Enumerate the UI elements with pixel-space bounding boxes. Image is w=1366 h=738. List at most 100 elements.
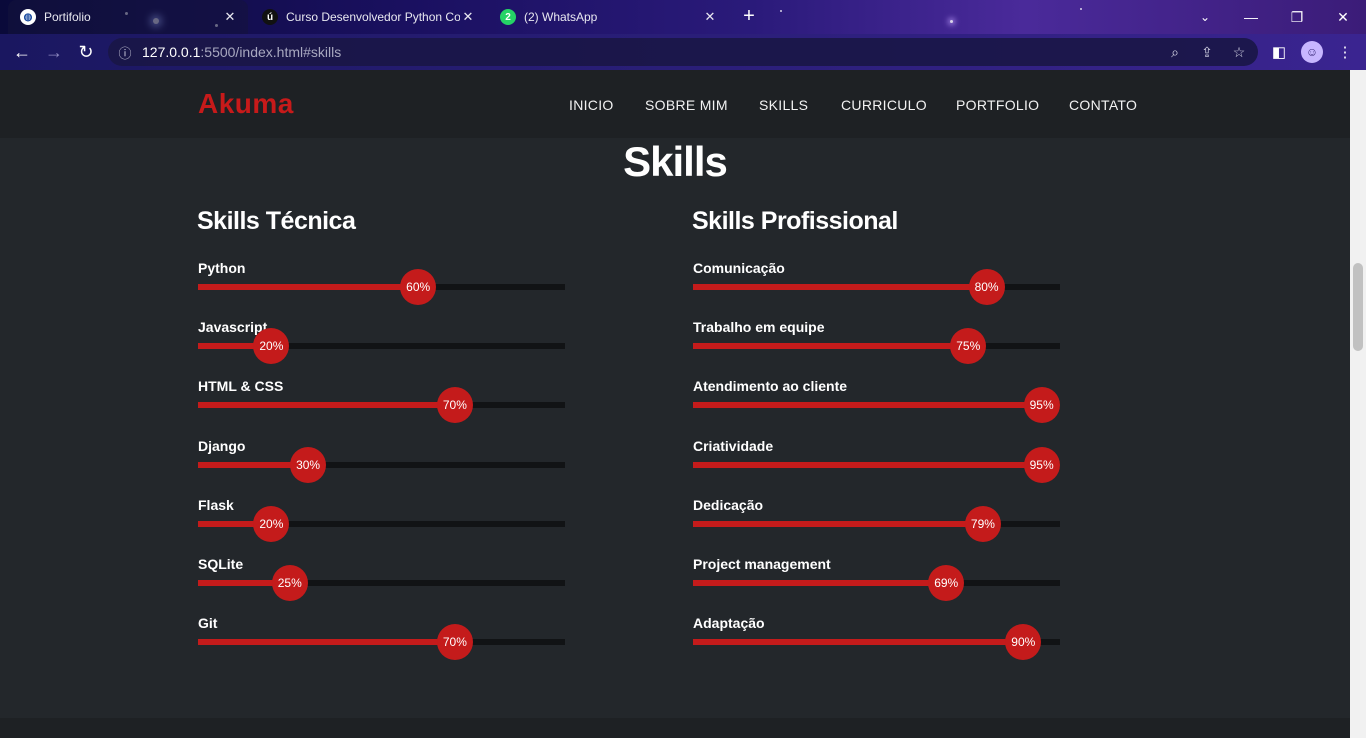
skill-name: Project management xyxy=(693,556,831,572)
skill-name: Dedicação xyxy=(693,497,764,513)
restore-button[interactable]: ❐ xyxy=(1274,0,1320,34)
tab-title: (2) WhatsApp xyxy=(524,10,598,24)
back-button[interactable]: ← xyxy=(10,40,34,64)
skill-progress-fill xyxy=(198,284,419,290)
web-page: Akuma INICIO SOBRE MIM SKILLS CURRICULO … xyxy=(0,70,1350,738)
background-star xyxy=(1080,8,1082,10)
nav-portfolio[interactable]: PORTFOLIO xyxy=(956,97,1039,113)
skill-progress-track: 25% xyxy=(198,565,565,601)
skill-progress-track: 70% xyxy=(198,387,565,423)
close-tab-icon[interactable]: ✕ xyxy=(460,9,476,25)
url-host: 127.0.0.1 xyxy=(142,44,201,60)
background-star xyxy=(780,10,782,12)
skill-percent-badge: 30% xyxy=(290,447,327,483)
zoom-icon[interactable]: ⌕ xyxy=(1166,43,1184,61)
skill-percent-badge: 60% xyxy=(400,269,437,305)
skill-percent-badge: 20% xyxy=(253,506,290,542)
skill-name: Adaptação xyxy=(693,615,765,631)
section-title: Skills xyxy=(623,138,728,185)
skill-progress-track: 90% xyxy=(693,624,1060,660)
skill-percent-badge: 80% xyxy=(968,269,1005,305)
globe-icon: ◍ xyxy=(20,9,36,25)
skill-name: Javascript xyxy=(198,319,268,335)
address-bar[interactable]: ⓘ 127.0.0.1:5500/index.html#skills ⌕ ⇪ ☆ xyxy=(108,38,1258,66)
skill-progress-track: 20% xyxy=(198,506,565,542)
new-tab-button[interactable]: + xyxy=(738,6,760,28)
skill-percent-badge: 25% xyxy=(271,565,308,601)
skill-progress-fill xyxy=(693,343,969,349)
skill-percent-badge: 95% xyxy=(1023,387,1060,423)
site-logo[interactable]: Akuma xyxy=(198,88,294,120)
skill-progress-fill xyxy=(693,580,947,586)
background-star xyxy=(950,20,953,23)
skill-progress-fill xyxy=(693,521,983,527)
close-window-button[interactable]: ✕ xyxy=(1320,0,1366,34)
skill-progress-track: 79% xyxy=(693,506,1060,542)
next-section-edge xyxy=(0,718,1350,738)
skill-name: Trabalho em equipe xyxy=(693,319,825,335)
menu-kebab-icon[interactable]: ⋮ xyxy=(1334,41,1356,63)
skill-progress-fill xyxy=(693,462,1042,468)
skill-percent-badge: 75% xyxy=(950,328,987,364)
tab-title: Portifolio xyxy=(44,10,91,24)
skill-name: HTML & CSS xyxy=(198,378,284,394)
skill-name: Git xyxy=(198,615,218,631)
tab-whatsapp[interactable]: 2 (2) WhatsApp ✕ xyxy=(488,0,728,34)
column-title-tecnica: Skills Técnica xyxy=(197,207,356,235)
skill-progress-track: 30% xyxy=(198,447,565,483)
tab-search-icon[interactable]: ⌄ xyxy=(1182,0,1228,34)
side-panel-icon[interactable]: ◧ xyxy=(1268,41,1290,63)
skill-name: Django xyxy=(198,438,246,454)
scrollbar-thumb[interactable] xyxy=(1353,263,1363,351)
skill-name: Atendimento ao cliente xyxy=(693,378,848,394)
skill-progress-fill xyxy=(198,402,455,408)
browser-tab-bar: ◍ Portifolio ✕ ú Curso Desenvolvedor Pyt… xyxy=(0,0,1366,34)
nav-inicio[interactable]: INICIO xyxy=(569,97,614,113)
skill-progress-track: 95% xyxy=(693,447,1060,483)
column-title-profissional: Skills Profissional xyxy=(692,207,898,235)
udemy-icon: ú xyxy=(262,9,278,25)
skill-progress-track: 95% xyxy=(693,387,1060,423)
skill-percent-badge: 90% xyxy=(1005,624,1042,660)
skill-progress-fill xyxy=(693,284,987,290)
skill-progress-track: 70% xyxy=(198,624,565,660)
skill-percent-badge: 70% xyxy=(436,624,473,660)
nav-curriculo[interactable]: CURRICULO xyxy=(841,97,927,113)
skill-percent-badge: 79% xyxy=(964,506,1001,542)
bookmark-star-icon[interactable]: ☆ xyxy=(1230,43,1248,61)
skill-progress-track: 20% xyxy=(198,328,565,364)
forward-button[interactable]: → xyxy=(42,40,66,64)
nav-skills[interactable]: SKILLS xyxy=(759,97,808,113)
share-icon[interactable]: ⇪ xyxy=(1198,43,1216,61)
skill-progress-track: 75% xyxy=(693,328,1060,364)
tab-curso-python[interactable]: ú Curso Desenvolvedor Python Co ✕ xyxy=(250,0,486,34)
reload-button[interactable]: ↻ xyxy=(74,40,98,64)
whatsapp-icon: 2 xyxy=(500,9,516,25)
site-header: Akuma INICIO SOBRE MIM SKILLS CURRICULO … xyxy=(0,70,1350,138)
skill-progress-track: 80% xyxy=(693,269,1060,305)
page-scrollbar[interactable] xyxy=(1350,70,1366,738)
skill-name: Flask xyxy=(198,497,234,513)
skill-progress-fill xyxy=(198,639,455,645)
tab-title: Curso Desenvolvedor Python Co xyxy=(286,10,460,24)
skill-percent-badge: 70% xyxy=(436,387,473,423)
skill-progress-track: 60% xyxy=(198,269,565,305)
skill-percent-badge: 69% xyxy=(928,565,965,601)
tab-portifolio[interactable]: ◍ Portifolio ✕ xyxy=(8,0,248,34)
skill-percent-badge: 95% xyxy=(1023,447,1060,483)
nav-contato[interactable]: CONTATO xyxy=(1069,97,1137,113)
nav-sobre-mim[interactable]: SOBRE MIM xyxy=(645,97,728,113)
profile-avatar[interactable]: ☺ xyxy=(1301,41,1323,63)
skill-name: SQLite xyxy=(198,556,244,572)
close-tab-icon[interactable]: ✕ xyxy=(702,9,718,25)
site-info-icon[interactable]: ⓘ xyxy=(108,43,142,62)
skill-progress-fill xyxy=(693,402,1042,408)
skill-name: Criatividade xyxy=(693,438,774,454)
skill-name: Comunicação xyxy=(693,260,785,276)
close-tab-icon[interactable]: ✕ xyxy=(222,9,238,25)
browser-toolbar: ← → ↻ ⓘ 127.0.0.1:5500/index.html#skills… xyxy=(0,34,1366,70)
url-path: :5500/index.html#skills xyxy=(200,44,342,60)
skill-name: Python xyxy=(198,260,246,276)
skill-progress-track: 69% xyxy=(693,565,1060,601)
minimize-button[interactable]: — xyxy=(1228,0,1274,34)
